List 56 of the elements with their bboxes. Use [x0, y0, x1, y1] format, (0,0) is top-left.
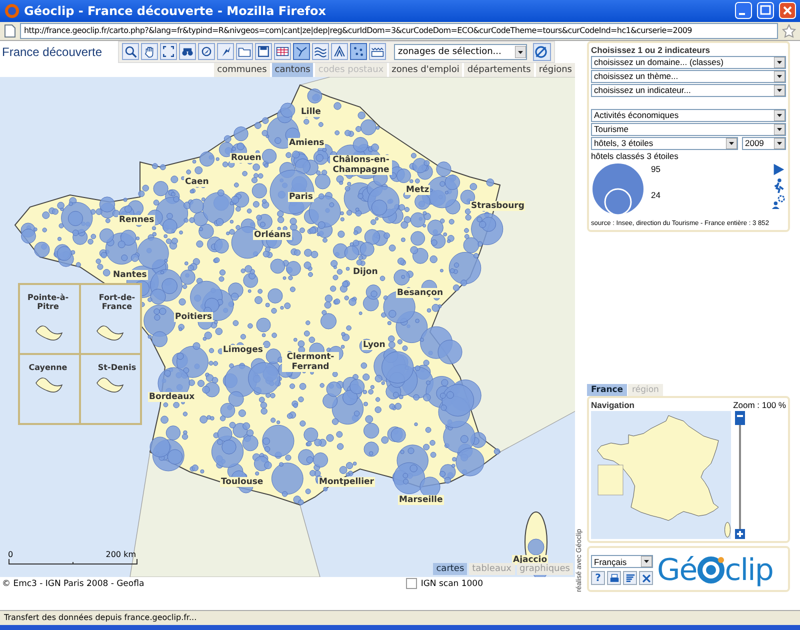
help-button[interactable]: ?	[591, 571, 605, 586]
scale-label: 200 km	[106, 550, 136, 559]
inset-city-label: Pointe-à-Pitre	[26, 292, 70, 311]
inset-city-label: St-Denis	[96, 362, 138, 372]
city-label: Limoges	[222, 344, 264, 355]
city-label: Metz	[405, 184, 430, 195]
city-label: Amiens	[288, 138, 326, 148]
navigation-tab[interactable]: France	[587, 384, 628, 396]
city-label: Toulouse	[220, 476, 264, 487]
city-label: Besançon	[396, 288, 444, 298]
city-label: Châlons-en-Champagne	[330, 154, 392, 175]
city-label: Montpellier	[318, 476, 375, 487]
indicator-dropdown[interactable]: hôtels, 3 étoiles	[591, 136, 738, 150]
city-label: Nantes	[112, 270, 148, 280]
city-label: Strasbourg	[470, 200, 526, 211]
theme-dropdown[interactable]: Tourisme	[591, 122, 786, 136]
city-label: Dijon	[352, 266, 379, 277]
city-label: Poitiers	[174, 312, 213, 322]
city-label: Paris	[288, 192, 314, 202]
inset-city-label: Cayenne	[28, 362, 68, 372]
city-label: Marseille	[398, 494, 444, 505]
app-title: France découverte	[2, 44, 104, 59]
level-tab[interactable]: régions	[536, 62, 575, 77]
zoom-readout: Zoom : 100 %	[733, 400, 786, 410]
city-label: Orléans	[253, 230, 292, 240]
checkbox-label: IGN scan 1000	[420, 578, 483, 589]
legend-value: 24	[651, 190, 662, 200]
level-tab[interactable]: cantons	[272, 62, 314, 77]
panel-heading: Choisissez 1 ou 2 indicateurs	[591, 44, 712, 55]
panel-heading: Navigation	[591, 400, 634, 410]
year-dropdown[interactable]: 2009	[742, 136, 786, 150]
legend-title: hôtels classés 3 étoiles	[591, 150, 680, 161]
inset-city-label: Fort-de-France	[98, 292, 136, 311]
city-label: Lyon	[362, 340, 386, 350]
domain-dropdown[interactable]: Activités économiques	[591, 108, 786, 122]
indicator-dropdown[interactable]: choisissez un thème...	[591, 70, 786, 83]
address-field[interactable]: http://france.geoclip.fr/carto.php?&lang=fr&typind=R&nivgeos=com|cant|ze|dep|reg&curIdDom=3&curCodeDom=ECO&curCodeTheme=tours&curCodeInd=hc1&curserie=2009	[20, 22, 778, 39]
status-bar: Transfert des données depuis france.geoclip.fr...	[0, 610, 800, 625]
view-tab[interactable]: cartes	[433, 562, 468, 575]
city-label: Clermont-Ferrand	[282, 352, 339, 372]
scale-label: 0	[8, 550, 14, 559]
window-title: Géoclip - France découverte - Mozilla Firefox	[24, 4, 327, 18]
level-tab[interactable]: départements	[464, 62, 534, 77]
city-label: Rouen	[230, 152, 262, 163]
logo-text: clip	[724, 552, 773, 588]
zoning-dropdown[interactable]: zonages de sélection...	[394, 44, 527, 60]
logo-text: Gé	[657, 552, 697, 588]
level-tab[interactable]: zones d'emploi	[388, 62, 462, 77]
city-label: Bordeaux	[148, 392, 196, 402]
city-label: Lille	[300, 106, 322, 117]
level-tab[interactable]: communes	[214, 62, 270, 77]
legend-value: 95	[651, 164, 662, 174]
language-dropdown[interactable]: Français	[591, 555, 653, 568]
copyright-text: © Emc3 - IGN Paris 2008 - Geofla	[2, 578, 144, 589]
indicator-dropdown[interactable]: choisissez un indicateur...	[591, 84, 786, 97]
indicator-dropdown[interactable]: choisissez un domaine... (classes)	[591, 56, 786, 69]
